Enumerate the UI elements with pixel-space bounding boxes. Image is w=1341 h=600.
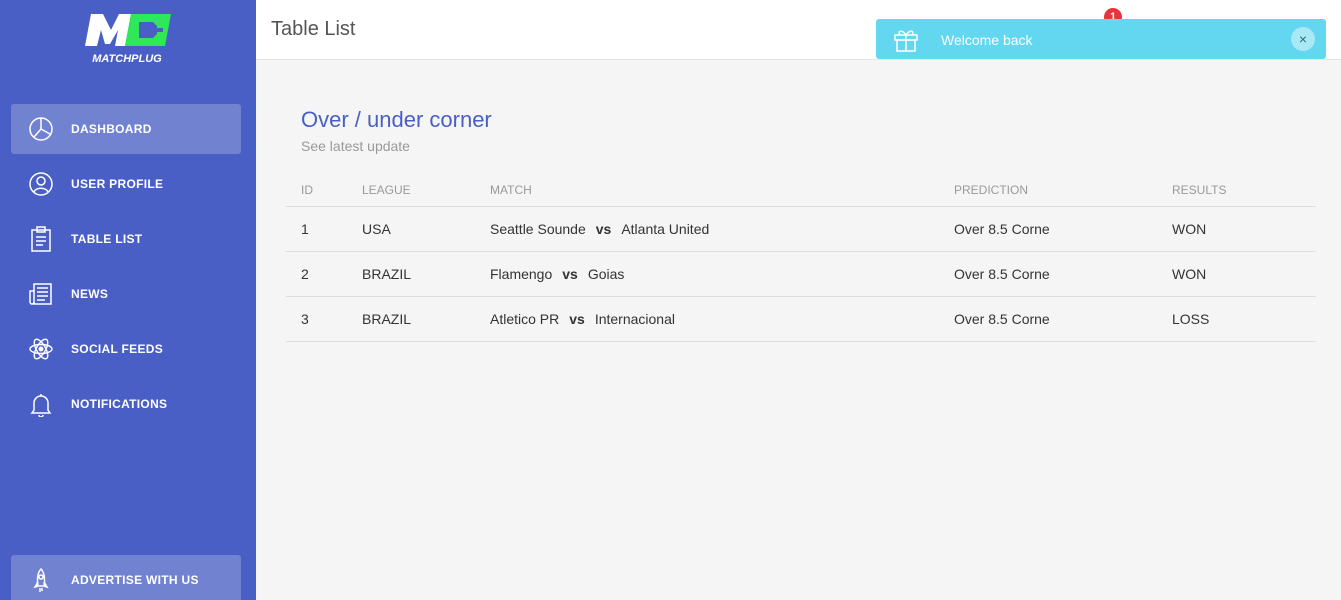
advertise-button[interactable]: ADVERTISE WITH US bbox=[11, 555, 241, 600]
vs-label: vs bbox=[569, 310, 585, 327]
welcome-toast: Welcome back × bbox=[876, 19, 1326, 59]
cell-id: 3 bbox=[286, 296, 347, 342]
cell-id: 2 bbox=[286, 251, 347, 297]
sidebar-item-label: DASHBOARD bbox=[71, 122, 152, 136]
sidebar-item-label: SOCIAL FEEDS bbox=[71, 342, 164, 356]
cell-prediction: Over 8.5 Corne bbox=[939, 296, 1157, 342]
rocket-icon bbox=[28, 567, 54, 593]
sidebar-item-label: NOTIFICATIONS bbox=[71, 397, 168, 411]
sidebar-item-social-feeds[interactable]: SOCIAL FEEDS bbox=[11, 324, 241, 374]
user-icon bbox=[28, 171, 54, 197]
cell-result: WON bbox=[1157, 251, 1316, 297]
logo-text: MATCHPLUG bbox=[92, 53, 162, 65]
column-header-prediction: PREDICTION bbox=[939, 174, 1157, 207]
clipboard-icon bbox=[28, 226, 54, 252]
toast-message: Welcome back bbox=[941, 32, 1033, 48]
column-header-id: ID bbox=[286, 174, 347, 207]
newspaper-icon bbox=[28, 281, 54, 307]
sidebar-item-dashboard[interactable]: DASHBOARD bbox=[11, 104, 241, 154]
away-team: Atlanta United bbox=[621, 220, 710, 237]
gift-icon bbox=[892, 25, 920, 53]
sidebar-item-notifications[interactable]: NOTIFICATIONS bbox=[11, 379, 241, 429]
sidebar-item-table-list[interactable]: TABLE LIST bbox=[11, 214, 241, 264]
table-row: 2 BRAZIL Flamengo vs Goias Over 8.5 Corne … bbox=[286, 251, 1316, 297]
card-title: Over / under corner bbox=[301, 107, 492, 132]
advertise-label: ADVERTISE WITH US bbox=[71, 573, 199, 587]
home-team: Flamengo bbox=[490, 265, 553, 282]
cell-id: 1 bbox=[286, 206, 347, 252]
home-team: Seattle Sounde bbox=[490, 220, 586, 237]
away-team: Internacional bbox=[594, 310, 675, 327]
cell-result: LOSS bbox=[1157, 296, 1316, 342]
predictions-table: ID LEAGUE MATCH PREDICTION RESULTS 1 USA… bbox=[286, 174, 1316, 342]
sidebar-item-label: TABLE LIST bbox=[71, 232, 143, 246]
pie-chart-icon bbox=[28, 116, 54, 142]
away-team: Goias bbox=[587, 265, 625, 282]
cell-prediction: Over 8.5 Corne bbox=[939, 251, 1157, 297]
bell-icon bbox=[28, 391, 54, 417]
cell-result: WON bbox=[1157, 206, 1316, 252]
sidebar: MATCHPLUG DASHBOARD USER PROFILE TABLE L… bbox=[0, 0, 256, 600]
sidebar-item-user-profile[interactable]: USER PROFILE bbox=[11, 159, 241, 209]
vs-label: vs bbox=[595, 220, 612, 237]
home-team: Atletico PR bbox=[490, 310, 560, 327]
page-title: Table List bbox=[271, 18, 356, 40]
column-header-league: LEAGUE bbox=[347, 174, 475, 207]
cell-match: Atletico PR vs Internacional bbox=[475, 296, 939, 342]
column-header-results: RESULTS bbox=[1157, 174, 1316, 207]
table-row: 3 BRAZIL Atletico PR vs Internacional Over… bbox=[286, 296, 1316, 342]
cell-league: BRAZIL bbox=[347, 296, 475, 342]
sidebar-item-news[interactable]: NEWS bbox=[11, 269, 241, 319]
table-row: 1 USA Seattle Sounde vs Atlanta United Ove… bbox=[286, 206, 1316, 252]
cell-league: USA bbox=[347, 206, 475, 252]
cell-league: BRAZIL bbox=[347, 251, 475, 297]
atom-icon bbox=[28, 336, 54, 362]
table-header-row: ID LEAGUE MATCH PREDICTION RESULTS bbox=[286, 174, 1316, 207]
close-icon[interactable]: × bbox=[1291, 27, 1315, 51]
cell-match: Seattle Sounde vs Atlanta United bbox=[475, 206, 939, 252]
card-subtitle: See latest update bbox=[301, 138, 410, 154]
sidebar-item-label: USER PROFILE bbox=[71, 177, 164, 191]
matchplug-logo[interactable]: MATCHPLUG bbox=[81, 12, 173, 68]
sidebar-item-label: NEWS bbox=[71, 287, 109, 301]
cell-match: Flamengo vs Goias bbox=[475, 251, 939, 297]
vs-label: vs bbox=[562, 265, 578, 282]
cell-prediction: Over 8.5 Corne bbox=[939, 206, 1157, 252]
column-header-match: MATCH bbox=[475, 174, 939, 207]
